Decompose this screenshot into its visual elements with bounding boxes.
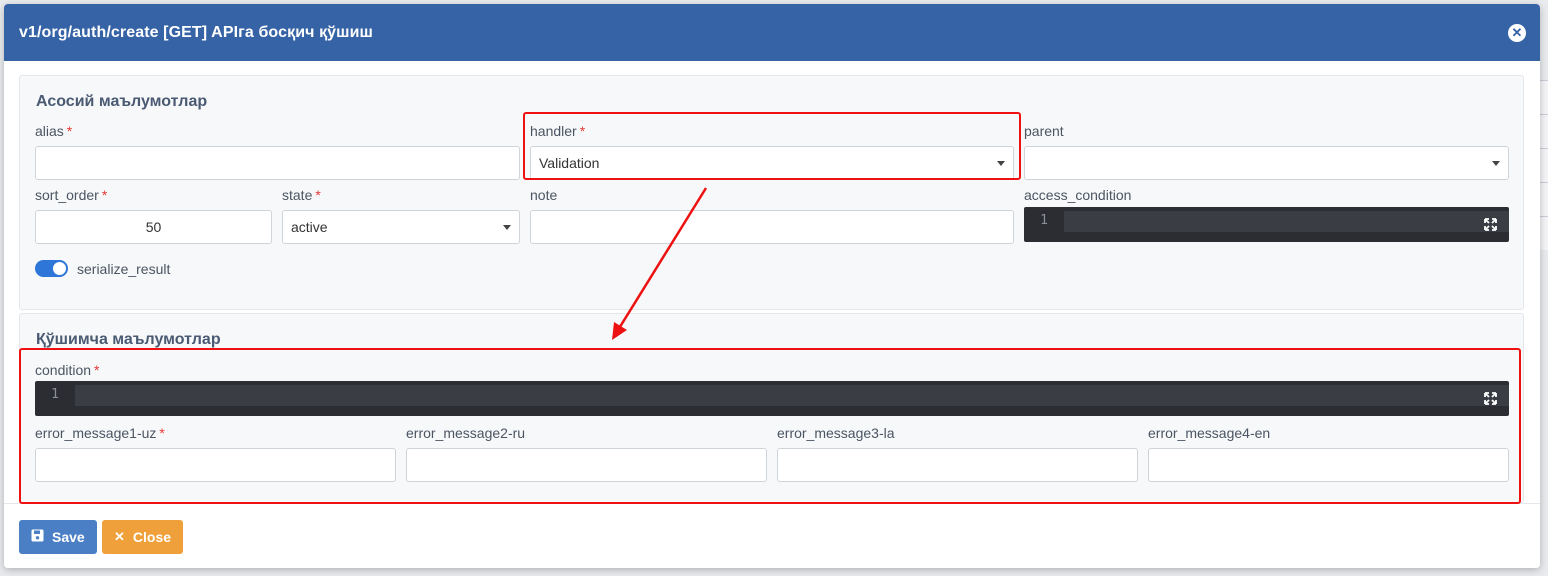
parent-select[interactable]: [1024, 146, 1509, 180]
serialize-result-label: serialize_result: [77, 260, 171, 277]
state-value: active: [291, 219, 328, 235]
modal-title: v1/org/auth/create [GET] APIга босқич қў…: [19, 23, 373, 41]
state-label: state: [282, 187, 313, 203]
expand-icon[interactable]: [1484, 218, 1497, 231]
main-info-panel: Асосий маълумотлар alias * handler * Valid…: [19, 75, 1524, 310]
note-field: note: [530, 186, 1014, 246]
save-label: Save: [52, 529, 85, 545]
close-icon[interactable]: ✕: [1508, 23, 1526, 42]
floppy-disk-icon: [31, 529, 44, 545]
note-label: note: [530, 187, 558, 203]
alias-field: alias *: [35, 122, 520, 182]
parent-label: parent: [1024, 123, 1064, 139]
state-select[interactable]: active: [282, 210, 520, 244]
serialize-result-toggle-wrap: serialize_result: [35, 260, 170, 277]
sort-order-input[interactable]: [35, 210, 272, 244]
modal-header: v1/org/auth/create [GET] APIга босқич қў…: [4, 4, 1540, 61]
required-mark: *: [315, 187, 321, 203]
required-mark: *: [101, 187, 108, 203]
extra-section-highlight-box: [19, 348, 1521, 504]
editor-line[interactable]: [1064, 211, 1509, 232]
alias-input[interactable]: [35, 146, 520, 180]
access-condition-field: access_condition 1: [1024, 186, 1509, 246]
x-icon: ✕: [114, 529, 125, 544]
state-field: state * active: [282, 186, 520, 246]
close-button[interactable]: ✕ Close: [102, 520, 184, 554]
access-condition-label: access_condition: [1024, 187, 1132, 203]
required-mark: *: [66, 123, 73, 139]
sort-order-field: sort_order *: [35, 186, 272, 246]
extra-info-title: Қўшимча маълумотлар: [36, 331, 221, 348]
serialize-result-toggle[interactable]: [35, 260, 68, 277]
caret-down-icon: [1492, 161, 1500, 166]
sort-order-label: sort_order: [35, 187, 99, 203]
close-label: Close: [132, 529, 172, 545]
save-button[interactable]: Save: [19, 520, 97, 554]
alias-label: alias: [35, 123, 64, 139]
modal-footer: Save ✕ Close: [4, 503, 1540, 568]
note-input[interactable]: [530, 210, 1014, 244]
parent-field: parent: [1024, 122, 1509, 182]
access-condition-editor[interactable]: 1: [1024, 207, 1509, 242]
main-info-title: Асосий маълумотлар: [36, 93, 208, 110]
line-number: 1: [1040, 213, 1048, 228]
caret-down-icon: [503, 225, 511, 230]
handler-highlight-box: [523, 112, 1021, 180]
